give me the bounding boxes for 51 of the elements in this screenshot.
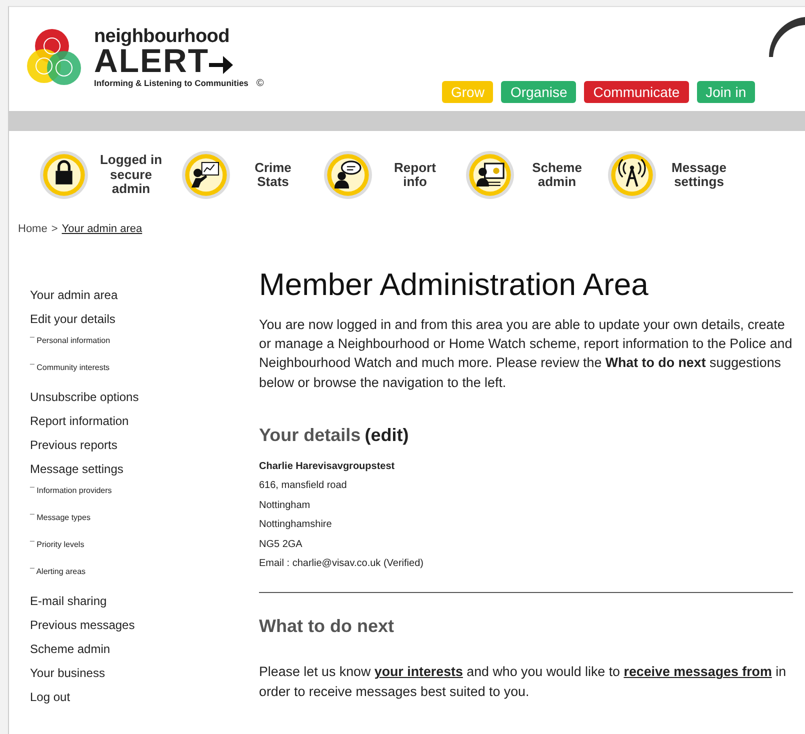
address-line: Nottinghamshire [259,519,333,532]
quick-link[interactable]: Report info [323,141,449,209]
sidebar-link[interactable]: Unsubscribe options [30,390,259,404]
sidebar-link[interactable]: E-mail sharing [30,594,259,608]
monitor-people-icon [465,150,515,200]
breadcrumb-text: Home [18,222,48,237]
antenna-icon [607,150,657,200]
speech-bubble-icon [323,150,373,200]
page-title: Member Administration Area [259,266,650,303]
sidebar-link[interactable]: ¯ Alerting areas [30,566,259,576]
address-line: Nottingham [259,500,312,512]
breadcrumb-text: > [51,222,58,237]
sidebar-link[interactable]: ¯ Message types [30,512,259,522]
sidebar-link[interactable]: Report information [30,414,259,428]
email-text: Email : charlie@visav.co.uk (Verified) [259,558,424,570]
logo-wordmark: neighbourhood [94,27,230,46]
padlock-icon [39,150,89,200]
sidebar-link[interactable]: Your admin area [30,288,259,302]
sidebar-link[interactable]: Previous messages [30,618,259,632]
chart-presenter-icon [181,150,231,200]
quick-link[interactable]: Crime Stats [181,141,307,209]
sidebar-link[interactable]: Scheme admin [30,642,259,656]
section-heading: What to do next [259,615,395,638]
suggestion-paragraph: Please let us know your interests and who you would like to receive messages from in order to receive messages best suited to you. [259,663,788,701]
nav-button[interactable]: Communicate [584,81,689,103]
breadcrumb-link[interactable]: Your admin area [62,221,142,238]
address-line: 616, mansfield road [259,480,348,492]
intro-paragraph: You are now logged in and from this area you are able to update your own details, create or manage a Neighbourhood or Home Watch scheme, report information to the Police and Neighbourhood Watch and much more. Please review the What to do next suggestions below or browse the navigation to the left. [259,316,793,392]
text-link[interactable]: your interests [374,664,463,680]
quick-link[interactable]: Logged in secure admin [39,141,165,209]
logo-tagline: Informing & Listening to Communities [94,76,248,90]
arrow-icon [209,54,233,76]
sidebar-link[interactable]: ¯ Information providers [30,486,259,496]
sidebar-link[interactable]: ¯ Priority levels [30,540,259,550]
corner-decoration [769,17,805,57]
text-link[interactable]: receive messages from [624,664,772,680]
sidebar-link[interactable]: Previous reports [30,438,259,452]
quick-link[interactable]: Message settings [607,141,733,209]
section-heading: Your details [259,424,361,447]
member-name: Charlie Harevisavgroupstest [259,460,396,473]
sidebar-link[interactable]: Message settings [30,462,259,476]
edit-link[interactable]: (edit) [364,422,409,449]
sidebar-link[interactable]: Edit your details [30,312,259,326]
address-line: NG5 2GA [259,538,304,551]
sidebar-link[interactable]: Log out [30,690,259,704]
sidebar-link[interactable]: ¯ Personal information [30,336,259,346]
copyright-mark: © [256,76,264,91]
sidebar-link[interactable]: Your business [30,666,259,680]
sidebar-link[interactable]: ¯ Community interests [30,362,259,372]
quick-link[interactable]: Scheme admin [465,141,591,209]
logo-wordmark: ALERT [94,46,209,76]
